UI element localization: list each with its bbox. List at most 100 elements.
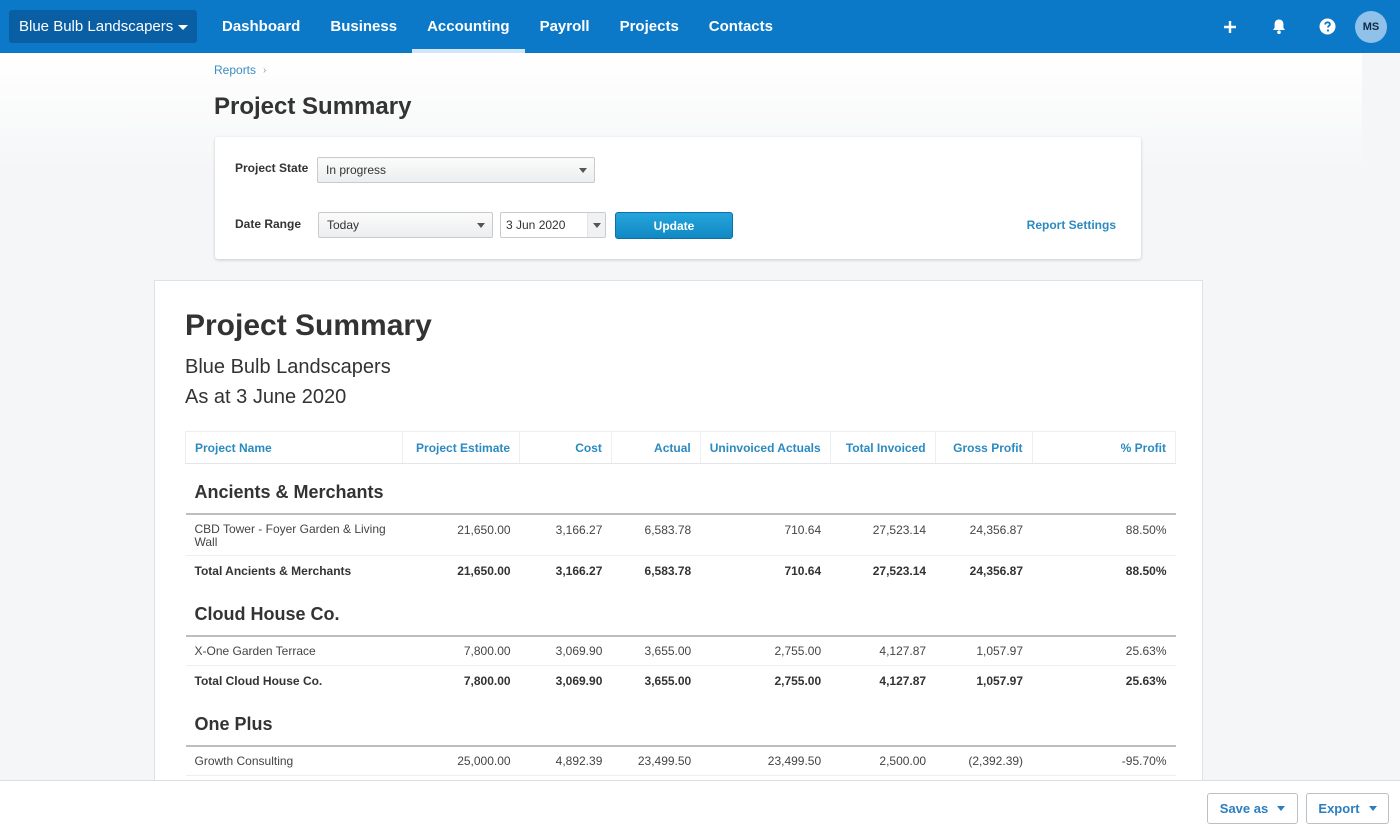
group-header-row: Ancients & Merchants	[185, 463, 1176, 515]
user-avatar[interactable]: MS	[1355, 10, 1387, 43]
column-header-project-estimate[interactable]: Project Estimate	[402, 431, 521, 464]
table-row[interactable]: X-One Garden Terrace 7,800.00 3,069.90 3,65…	[185, 635, 1176, 666]
table-row[interactable]: CBD Tower - Foyer Garden & Living Wall 21…	[185, 513, 1176, 556]
breadcrumb-reports[interactable]: Reports	[214, 63, 256, 77]
value-cell: 88.50%	[1032, 513, 1176, 556]
total-label-cell: Total Cloud House Co.	[194, 673, 323, 688]
project-name-cell[interactable]: Growth Consulting	[185, 745, 403, 776]
save-as-button[interactable]: Save as	[1207, 793, 1298, 824]
report-organisation: Blue Bulb Landscapers	[185, 356, 391, 378]
table-row[interactable]: Growth Consulting 25,000.00 4,892.39 23,499…	[185, 745, 1176, 776]
top-navigation: Blue Bulb Landscapers Dashboard Business A…	[0, 0, 1400, 53]
total-value-cell: 24,356.87	[969, 563, 1024, 578]
date-range-value: Today	[327, 218, 360, 232]
footer-bar: Save as Export	[0, 780, 1400, 833]
column-header-project-name[interactable]: Project Name	[184, 431, 404, 464]
column-header-cost[interactable]: Cost	[519, 431, 612, 464]
nav-item-projects[interactable]: Projects	[605, 0, 694, 53]
project-summary-table: Project Name Project Estimate Cost Actual Un…	[184, 431, 1177, 776]
notifications-button[interactable]	[1254, 0, 1303, 53]
value-cell: 2,755.00	[700, 635, 831, 666]
value-cell: 24,356.87	[935, 513, 1033, 556]
value-cell: 4,127.87	[830, 635, 936, 666]
value-cell: 25.63%	[1032, 635, 1176, 666]
nav-item-accounting[interactable]: Accounting	[412, 0, 525, 53]
project-state-label: Project State	[235, 161, 309, 175]
dropdown-arrow-icon	[579, 168, 587, 173]
date-input[interactable]: 3 Jun 2020	[500, 212, 606, 238]
nav-item-payroll[interactable]: Payroll	[525, 0, 605, 53]
value-cell: 3,166.27	[519, 513, 612, 556]
org-name: Blue Bulb Landscapers	[19, 18, 174, 35]
report-date: As at 3 June 2020	[185, 386, 347, 408]
report-settings-link[interactable]: Report Settings	[1027, 218, 1116, 232]
save-as-label: Save as	[1219, 801, 1269, 816]
help-icon	[1319, 18, 1336, 35]
organisation-switcher[interactable]: Blue Bulb Landscapers	[9, 10, 197, 43]
caret-down-icon	[178, 25, 189, 30]
bell-icon	[1272, 19, 1285, 34]
value-cell: 2,500.00	[830, 745, 936, 776]
column-header-gross-profit[interactable]: Gross Profit	[934, 431, 1033, 464]
value-cell: 23,499.50	[700, 745, 831, 776]
report-filter-panel: Project State In progress Date Range Tod…	[215, 137, 1141, 259]
column-header-actual[interactable]: Actual	[610, 431, 701, 464]
add-new-button[interactable]	[1205, 0, 1254, 53]
export-button[interactable]: Export	[1306, 793, 1389, 824]
total-value-cell: 1,057.97	[976, 673, 1024, 688]
page-title: Project Summary	[214, 93, 412, 120]
nav-item-dashboard[interactable]: Dashboard	[207, 0, 315, 53]
date-dropdown-button[interactable]	[587, 213, 605, 237]
total-label-cell: Total Ancients & Merchants	[194, 563, 352, 578]
column-header-profit[interactable]: % Profit	[1031, 431, 1177, 464]
project-name-cell[interactable]: CBD Tower - Foyer Garden & Living Wall	[185, 513, 403, 556]
update-button[interactable]: Update	[615, 212, 733, 239]
nav-item-business[interactable]: Business	[315, 0, 412, 53]
project-name-cell[interactable]: X-One Garden Terrace	[185, 635, 403, 666]
table-header-row: Project Name Project Estimate Cost Actual Un…	[184, 431, 1177, 464]
plus-icon	[1223, 20, 1236, 33]
total-value-cell: 710.64	[784, 563, 822, 578]
group-name: Cloud House Co.	[185, 585, 1176, 637]
project-state-value: In progress	[326, 163, 387, 177]
total-value-cell: 88.50%	[1125, 563, 1167, 578]
nav-item-contacts[interactable]: Contacts	[694, 0, 788, 53]
value-cell: 710.64	[700, 513, 831, 556]
group-total-row: Total Ancients & Merchants 21,650.00 3,166…	[186, 556, 1176, 586]
total-value-cell: 21,650.00	[457, 563, 511, 578]
total-value-cell: 3,069.90	[555, 673, 603, 688]
total-value-cell: 2,755.00	[774, 673, 822, 688]
value-cell: 23,499.50	[611, 745, 701, 776]
value-cell: 3,655.00	[611, 635, 701, 666]
value-cell: 27,523.14	[830, 513, 936, 556]
total-value-cell: 25.63%	[1125, 673, 1167, 688]
date-range-select[interactable]: Today	[318, 212, 493, 238]
export-label: Export	[1318, 801, 1360, 816]
column-header-uninvoiced-actuals[interactable]: Uninvoiced Actuals	[699, 431, 831, 464]
date-range-label: Date Range	[235, 217, 302, 231]
help-button[interactable]	[1303, 0, 1352, 53]
value-cell: 3,069.90	[519, 635, 612, 666]
date-value: 3 Jun 2020	[506, 218, 566, 232]
project-state-select[interactable]: In progress	[317, 157, 595, 183]
total-value-cell: 4,127.87	[879, 673, 927, 688]
value-cell: 7,800.00	[402, 635, 520, 666]
group-name: Ancients & Merchants	[185, 463, 1176, 515]
group-total-row: Total Cloud House Co. 7,800.00 3,069.90 3,6…	[186, 666, 1176, 696]
column-header-total-invoiced[interactable]: Total Invoiced	[829, 431, 936, 464]
value-cell: -95.70%	[1032, 745, 1176, 776]
group-header-row: One Plus	[185, 695, 1176, 747]
nav-menu: Dashboard Business Accounting Payroll Projec…	[207, 0, 788, 53]
total-value-cell: 3,166.27	[555, 563, 603, 578]
dropdown-arrow-icon	[477, 223, 485, 228]
report-title: Project Summary	[185, 309, 432, 342]
report-card: Project Summary Blue Bulb Landscapers As…	[154, 280, 1203, 800]
total-value-cell: 6,583.78	[644, 563, 692, 578]
value-cell: 4,892.39	[519, 745, 612, 776]
total-value-cell: 3,655.00	[644, 673, 692, 688]
group-header-row: Cloud House Co.	[185, 585, 1176, 637]
value-cell: 25,000.00	[402, 745, 520, 776]
value-cell: 21,650.00	[402, 513, 520, 556]
caret-down-icon	[1368, 806, 1377, 811]
total-value-cell: 27,523.14	[872, 563, 927, 578]
